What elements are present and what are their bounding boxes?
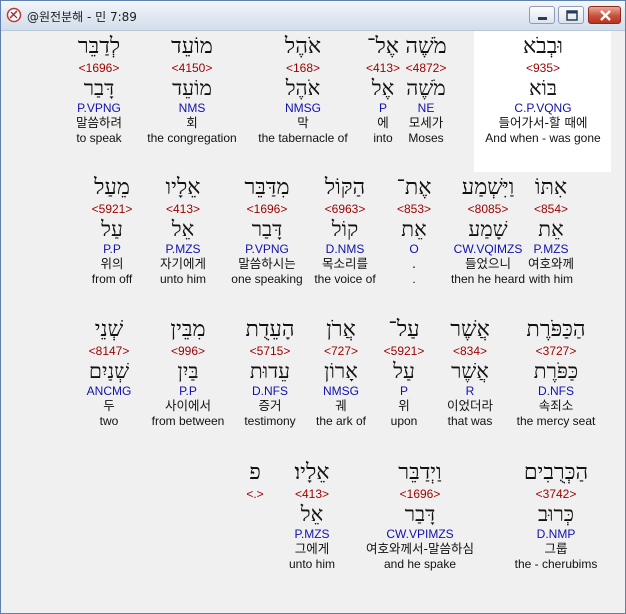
word-eng: two: [99, 414, 119, 428]
word-kor: 두: [103, 398, 115, 413]
app-logo-icon: [6, 7, 22, 23]
word-gram: P.P: [103, 242, 121, 256]
word-heb: הַכְּרֻבִים: [523, 460, 589, 485]
word-gram: P.VPNG: [77, 101, 121, 115]
word-lemma: עַל: [101, 217, 123, 241]
word-strong: <8147>: [88, 344, 130, 358]
word-2-7[interactable]: מֵעַל <5921> עַל P.P 위의 from off: [37, 174, 187, 287]
word-kor: [180, 541, 330, 557]
app-window: @원전분해 - 민 7:89 וּבְבֹא <935> בּוֹא C.P.VQNG…: [0, 0, 626, 614]
word-kor: 말씀하려: [75, 115, 122, 130]
window-title: @원전분해 - 민 7:89: [27, 10, 137, 24]
word-strong: <3742>: [535, 487, 577, 501]
word-heb: לְדַבֵּר: [77, 34, 121, 59]
maximize-button[interactable]: [558, 6, 584, 24]
word-kor: 그룹: [544, 541, 568, 556]
word-gram: D.NMP: [536, 527, 576, 541]
word-gram: [180, 527, 330, 541]
word-heb: מֵעַל: [94, 175, 130, 200]
close-icon: [600, 10, 611, 21]
close-button[interactable]: [588, 6, 621, 24]
word-lemma: [180, 501, 330, 527]
word-lemma: דָּבַר: [83, 76, 115, 100]
word-lemma: שְׁנַיִם: [88, 359, 130, 383]
word-eng: [180, 557, 330, 572]
word-strong: <5921>: [91, 202, 133, 216]
word-heb: שְׁנֵי: [94, 317, 124, 342]
word-eng: from off: [91, 272, 133, 286]
word-eng: the - cherubims: [514, 557, 598, 571]
maximize-icon: [566, 10, 578, 21]
word-strong: <.>: [246, 487, 264, 501]
word-4-1[interactable]: הַכְּרֻבִים <3742> כְּרוּב D.NMP 그룹 the - che…: [481, 459, 626, 572]
word-1-6[interactable]: לְדַבֵּר <1696> דָּבַר P.VPNG 말씀하려 to speak: [24, 33, 174, 146]
word-eng: to speak: [76, 131, 122, 145]
word-lemma: כְּרוּב: [537, 502, 575, 526]
word-4-4[interactable]: פ <.>: [180, 459, 330, 572]
title-bar[interactable]: @원전분해 - 민 7:89: [1, 1, 625, 31]
word-strong: <1696>: [78, 61, 120, 75]
word-3-7[interactable]: שְׁנֵי <8147> שְׁנַיִם ANCMG 두 two: [34, 316, 184, 429]
minimize-icon: [538, 17, 547, 20]
interlinear-view: וּבְבֹא <935> בּוֹא C.P.VQNG 들어가서-할 때에 And wh…: [7, 31, 619, 609]
word-heb: פ: [249, 460, 261, 485]
word-gram: ANCMG: [86, 384, 132, 398]
word-kor: 위의: [100, 256, 124, 271]
minimize-button[interactable]: [529, 6, 555, 24]
